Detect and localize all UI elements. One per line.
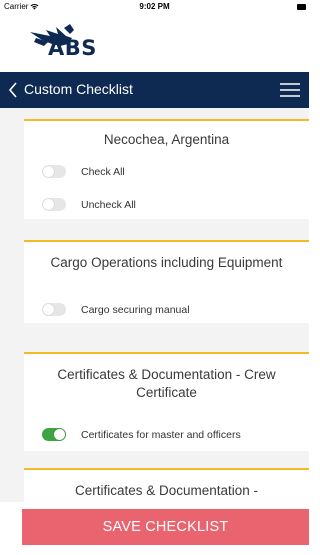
checklist-item-label: Cargo securing manual [81,303,190,316]
card-title: Necochea, Argentina [103,132,230,147]
card-title: Certificates & Documentation - Crew Cert… [57,367,276,400]
status-time: 9:02 PM [139,2,170,11]
brand-logo-text: ABS [48,36,97,60]
card-title: Cargo Operations including Equipment [50,255,283,270]
hamburger-menu-icon[interactable] [280,82,300,98]
checklist-card-port: Necochea, Argentina Check All Uncheck Al… [24,119,309,219]
uncheck-all-label: Uncheck All [81,198,136,211]
checklist-card-documentation: Certificates & Documentation - [24,468,309,502]
card-title: Certificates & Documentation - [74,483,259,498]
checklist-item-row[interactable]: Cargo securing manual [42,303,190,316]
cargo-securing-toggle[interactable] [42,303,66,316]
check-all-row[interactable]: Check All [42,165,125,178]
navigation-bar: Custom Checklist [0,72,309,108]
certificates-toggle[interactable] [42,428,66,441]
checklist-item-label: Certificates for master and officers [81,428,241,441]
checklist-card-cargo-operations: Cargo Operations including Equipment Car… [24,240,309,323]
checklist-content[interactable]: Necochea, Argentina Check All Uncheck Al… [0,108,309,502]
save-checklist-button[interactable]: SAVE CHECKLIST [22,509,309,545]
battery-icon [297,4,306,10]
check-all-label: Check All [81,165,125,178]
checklist-card-crew-certificate: Certificates & Documentation - Crew Cert… [24,352,309,451]
uncheck-all-row[interactable]: Uncheck All [42,198,136,211]
uncheck-all-toggle[interactable] [42,198,66,211]
page-title: Custom Checklist [24,81,133,97]
check-all-toggle[interactable] [42,165,66,178]
back-chevron-icon[interactable] [8,82,18,98]
footer-bar: SAVE CHECKLIST [0,502,309,555]
brand-header: ABS [0,16,309,72]
status-bar: Carrier 9:02 PM [0,0,309,16]
checklist-item-row[interactable]: Certificates for master and officers [42,428,241,441]
